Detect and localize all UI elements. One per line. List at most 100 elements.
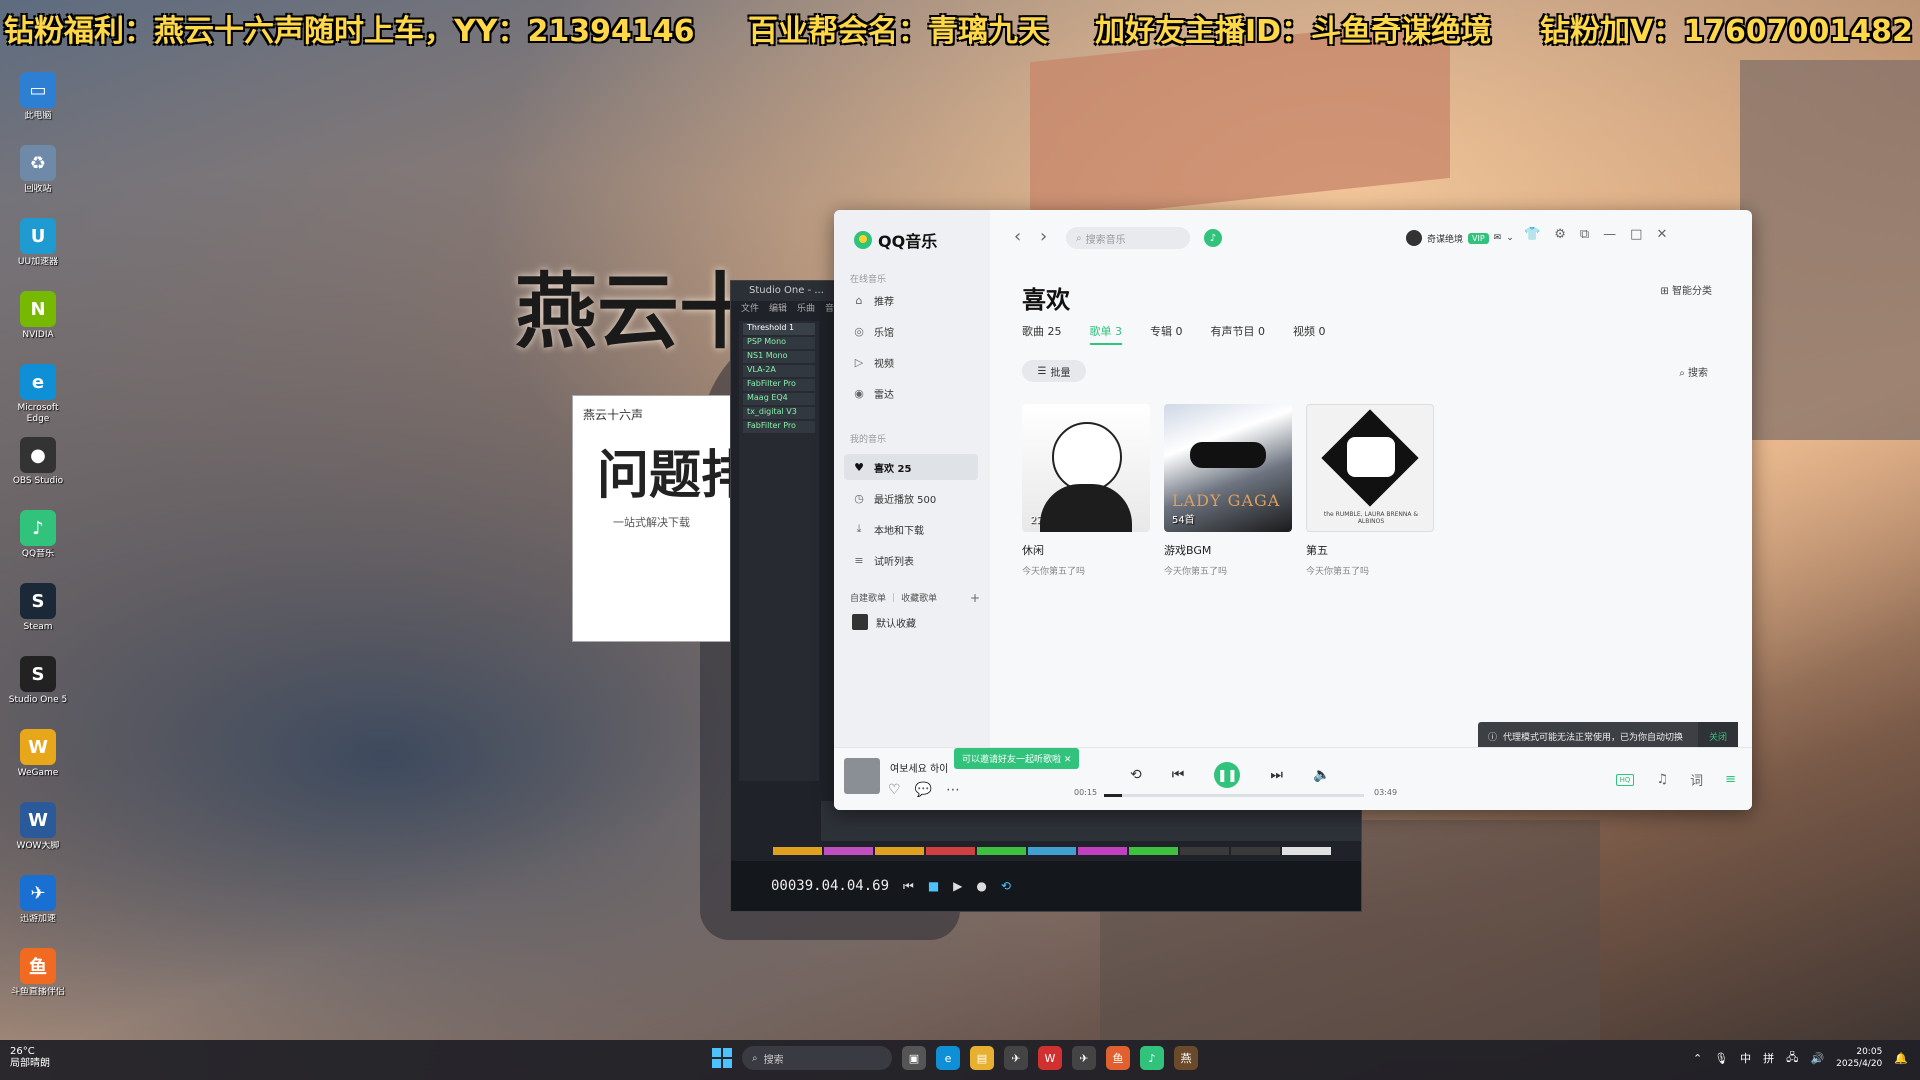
mini-mode-icon[interactable]: ⧉ bbox=[1580, 227, 1589, 242]
tab-collected-playlists[interactable]: 收藏歌单 bbox=[901, 591, 937, 604]
desktop-icon[interactable]: ♻ 回收站 bbox=[8, 145, 68, 217]
studio-insert[interactable]: tx_digital V3 bbox=[743, 407, 815, 419]
lyrics-icon[interactable]: 词 bbox=[1690, 770, 1703, 789]
desktop-icon[interactable]: W WeGame bbox=[8, 729, 68, 801]
sidebar-item[interactable]: ◎ 乐馆 bbox=[844, 318, 978, 344]
sidebar-item[interactable]: ♥ 喜欢 25 bbox=[844, 454, 978, 480]
playlist-cover[interactable]: LADY GAGA 54首 bbox=[1164, 404, 1292, 532]
playlist-title[interactable]: 休闲 bbox=[1022, 542, 1150, 558]
task-view-icon[interactable]: ▣ bbox=[902, 1046, 926, 1070]
edge-icon[interactable]: e bbox=[936, 1046, 960, 1070]
stop-icon[interactable]: ■ bbox=[928, 879, 939, 893]
chevron-up-icon[interactable]: ⌃ bbox=[1693, 1052, 1702, 1065]
douyu-icon[interactable]: 鱼 bbox=[1106, 1046, 1130, 1070]
now-playing-title[interactable]: 여보세요 하이 bbox=[890, 760, 948, 775]
qq-music-icon[interactable]: ♪ bbox=[1140, 1046, 1164, 1070]
comment-icon[interactable]: 💬 bbox=[915, 782, 932, 798]
content-tab[interactable]: 有声节目 0 bbox=[1211, 323, 1266, 345]
notification-icon[interactable]: 🔔 bbox=[1894, 1052, 1908, 1065]
previous-icon[interactable]: ⏮ bbox=[1172, 767, 1185, 783]
heart-icon[interactable]: ♡ bbox=[888, 782, 901, 798]
studio-insert[interactable]: VLA-2A bbox=[743, 365, 815, 377]
desktop-icon[interactable]: 鱼斗鱼直播伴侣 bbox=[8, 948, 68, 1020]
studio-menu-item[interactable]: 乐曲 bbox=[797, 301, 815, 315]
back-icon[interactable]: ‹ bbox=[1014, 226, 1021, 247]
desktop-icon[interactable]: ● OBS Studio bbox=[8, 437, 68, 509]
sidebar-item[interactable]: ⤓ 本地和下载 bbox=[844, 516, 978, 542]
progress-bar[interactable] bbox=[1104, 794, 1364, 797]
volume-icon[interactable]: 🔊 bbox=[1810, 1052, 1824, 1065]
poster-window[interactable]: 燕云十六声 问题排 一站式解决下载 bbox=[572, 395, 734, 642]
skip-back-icon[interactable]: ⏮ bbox=[903, 879, 914, 894]
studio-menu-item[interactable]: 编辑 bbox=[769, 301, 787, 315]
user-info[interactable]: 奇谋绝境 VIP ✉ ⌄ bbox=[1406, 230, 1514, 246]
playlist-creator[interactable]: 今天你第五了吗 bbox=[1022, 564, 1150, 577]
vip-badge[interactable]: VIP bbox=[1468, 232, 1489, 244]
record-icon[interactable]: ● bbox=[976, 879, 986, 893]
desktop-icon[interactable]: ▭ 此电脑 bbox=[8, 72, 68, 144]
now-playing-cover[interactable] bbox=[844, 758, 880, 794]
app-icon[interactable]: ✈ bbox=[1072, 1046, 1096, 1070]
maximize-icon[interactable]: □ bbox=[1630, 227, 1642, 242]
playlist-title[interactable]: 第五 bbox=[1306, 542, 1434, 558]
sidebar-item[interactable]: ≡ 试听列表 bbox=[844, 547, 978, 573]
desktop-icon[interactable]: ✈ 迅游加速 bbox=[8, 875, 68, 947]
desktop-icon[interactable]: ♪ QQ音乐 bbox=[8, 510, 68, 582]
desktop-icon[interactable]: U UU加速器 bbox=[8, 218, 68, 290]
qq-music-window[interactable]: QQ音乐 在线音乐 ⌂ 推荐 ◎ 乐馆 ▷ 视频 ◉ 雷达 我的音乐 ♥ 喜欢 25 ◷ 最近播放 … bbox=[834, 210, 1752, 810]
toast-close-button[interactable]: 关闭 bbox=[1698, 722, 1738, 750]
desktop-icon[interactable]: W WOW大脚 bbox=[8, 802, 68, 874]
close-icon[interactable]: ✕ bbox=[1656, 227, 1667, 242]
playlist-queue-icon[interactable]: ≡ bbox=[1725, 772, 1736, 787]
app-icon[interactable]: ✈ bbox=[1004, 1046, 1028, 1070]
more-icon[interactable]: ⋯ bbox=[946, 782, 960, 798]
next-icon[interactable]: ⏭ bbox=[1270, 767, 1283, 783]
sidebar-item[interactable]: ◉ 雷达 bbox=[844, 380, 978, 406]
invite-tooltip[interactable]: 可以邀请好友一起听歌啦 ✕ bbox=[954, 748, 1080, 769]
playlist-cover[interactable]: the RUMBLE, LAURA BRENNA & ALBINOS bbox=[1306, 404, 1434, 532]
loop-icon[interactable]: ⟲ bbox=[1001, 879, 1011, 893]
forward-icon[interactable]: › bbox=[1040, 226, 1047, 247]
repeat-icon[interactable]: ⟲ bbox=[1130, 767, 1142, 783]
studio-insert[interactable]: Maag EQ4 bbox=[743, 393, 815, 405]
wps-icon[interactable]: W bbox=[1038, 1046, 1062, 1070]
desktop-icon[interactable]: e Microsoft Edge bbox=[8, 364, 68, 436]
sidebar-item[interactable]: ▷ 视频 bbox=[844, 349, 978, 375]
avatar[interactable] bbox=[1406, 230, 1422, 246]
sidebar-item[interactable]: ⌂ 推荐 bbox=[844, 287, 978, 313]
search-input[interactable]: ⌕ 搜索音乐 bbox=[1066, 227, 1190, 249]
content-tab[interactable]: 视频 0 bbox=[1293, 323, 1326, 345]
pause-button[interactable]: ❚❚ bbox=[1214, 762, 1241, 788]
play-icon[interactable]: ▶ bbox=[953, 879, 962, 893]
ime-mode[interactable]: 拼 bbox=[1763, 1050, 1774, 1066]
quality-badge[interactable]: HQ bbox=[1615, 773, 1635, 786]
playlist-creator[interactable]: 今天你第五了吗 bbox=[1164, 564, 1292, 577]
ime-language[interactable]: 中 bbox=[1740, 1050, 1751, 1066]
playlist-card[interactable]: LADY GAGA 54首 游戏BGM 今天你第五了吗 bbox=[1164, 404, 1292, 577]
sidebar-item-default-playlist[interactable]: 默认收藏 bbox=[844, 609, 978, 635]
tab-created-playlists[interactable]: 自建歌单 bbox=[850, 591, 886, 604]
close-icon[interactable]: ✕ bbox=[1064, 755, 1072, 765]
skin-icon[interactable]: 👕 bbox=[1524, 227, 1540, 242]
playlist-title[interactable]: 游戏BGM bbox=[1164, 542, 1292, 558]
playlist-card[interactable]: the RUMBLE, LAURA BRENNA & ALBINOS 第五 今天… bbox=[1306, 404, 1434, 577]
smart-category-button[interactable]: ⊞ 智能分类 bbox=[1660, 282, 1712, 297]
microphone-icon[interactable]: 🎙 bbox=[1714, 1052, 1728, 1065]
desktop-icon[interactable]: S Studio One 5 bbox=[8, 656, 68, 728]
mail-icon[interactable]: ✉ bbox=[1494, 233, 1502, 243]
weather-widget[interactable]: 26°C 局部晴朗 bbox=[10, 1046, 50, 1070]
studio-insert[interactable]: FabFilter Pro bbox=[743, 379, 815, 391]
volume-icon[interactable]: 🔈 bbox=[1313, 767, 1330, 783]
studio-menu-item[interactable]: 文件 bbox=[741, 301, 759, 315]
content-tab[interactable]: 歌曲 25 bbox=[1022, 323, 1062, 345]
chevron-down-icon[interactable]: ⌄ bbox=[1506, 233, 1514, 243]
clock[interactable]: 20:05 2025/4/20 bbox=[1836, 1046, 1882, 1070]
playlist-creator[interactable]: 今天你第五了吗 bbox=[1306, 564, 1434, 577]
add-playlist-icon[interactable]: + bbox=[970, 591, 980, 605]
listen-recognize-icon[interactable]: ♪ bbox=[1204, 229, 1222, 247]
sound-effect-icon[interactable]: ♫ bbox=[1656, 772, 1668, 787]
studio-insert[interactable]: PSP Mono bbox=[743, 337, 815, 349]
minimize-icon[interactable]: — bbox=[1603, 227, 1616, 242]
studio-insert[interactable]: NS1 Mono bbox=[743, 351, 815, 363]
network-icon[interactable]: 🖧 bbox=[1786, 1049, 1798, 1068]
